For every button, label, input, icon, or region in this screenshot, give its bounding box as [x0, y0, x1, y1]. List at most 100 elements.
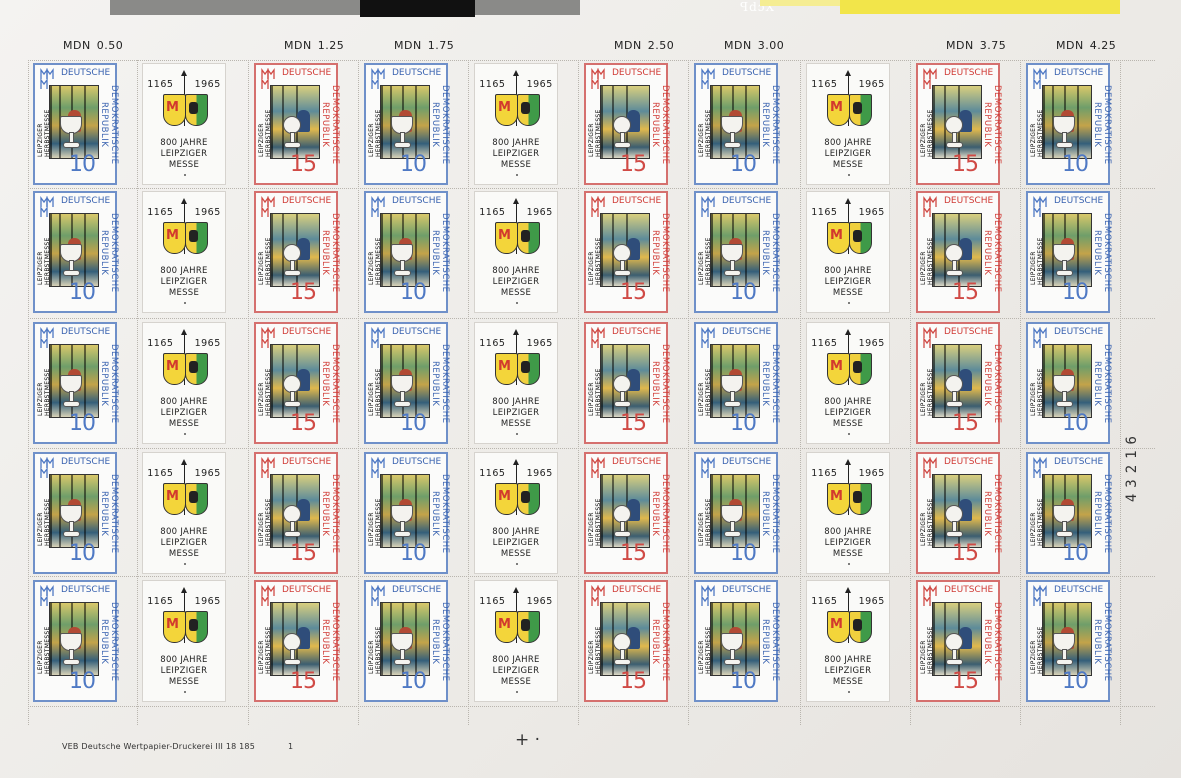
stamp-15: DEUTSCHE LEIPZIGER HERBSTMESSE 1964 DEMO…	[254, 580, 340, 702]
perforation-vertical	[910, 60, 912, 725]
perforation-horizontal	[30, 576, 1155, 578]
stamp-denomination: 10	[730, 411, 757, 436]
stamp-side-text-box: DEMOKRATISCHE REPUBLIK	[760, 69, 780, 181]
stamp-15: DEUTSCHE LEIPZIGER HERBSTMESSE 1964 DEMO…	[584, 63, 670, 185]
label-line3: MESSE	[500, 288, 532, 298]
stamp-artwork	[710, 344, 760, 418]
price-label: MDN 1.75	[394, 39, 455, 52]
stamp-10: DEUTSCHE LEIPZIGER HERBSTMESSE 1964 DEMO…	[33, 191, 119, 313]
coat-of-arms-icon: M	[163, 94, 208, 128]
stamp-denomination: 10	[1062, 152, 1089, 177]
stamp-side-text: DEMOKRATISCHE REPUBLIK	[1092, 474, 1112, 554]
year-end: 1965	[526, 79, 553, 90]
stamp-side-text: DEMOKRATISCHE REPUBLIK	[760, 344, 780, 424]
stamp-10: DEUTSCHE LEIPZIGER HERBSTMESSE 1964 DEMO…	[694, 580, 780, 702]
year-start: 1165	[811, 207, 838, 218]
label-line1: 800 JAHRE	[160, 655, 208, 665]
leipzig-shield-icon	[849, 611, 872, 643]
year-start: 1165	[479, 207, 506, 218]
label-dot	[516, 174, 518, 176]
coat-of-arms-icon: M	[495, 94, 540, 128]
fair-shield-icon: M	[827, 222, 850, 254]
price-value: 3.75	[979, 39, 1007, 52]
label-line1: 800 JAHRE	[492, 655, 540, 665]
stamp-artwork	[932, 344, 982, 418]
stamp-side-text: DEMOKRATISCHE REPUBLIK	[982, 85, 1002, 165]
stamp-side-text: DEMOKRATISCHE REPUBLIK	[650, 213, 670, 293]
label-tab: 1165 1965 M 800 JAHRE LEIPZIGER MESSE	[806, 191, 890, 313]
label-line2: LEIPZIGER	[492, 277, 540, 287]
price-value: 2.50	[647, 39, 675, 52]
stamp-10: DEUTSCHE LEIPZIGER HERBSTMESSE 1964 DEMO…	[1026, 191, 1112, 313]
leipzig-shield-icon	[185, 611, 208, 643]
stamp-side-text-box: DEMOKRATISCHE REPUBLIK	[760, 197, 780, 309]
year-start: 1165	[147, 79, 174, 90]
label-dot	[184, 691, 186, 693]
stamp-artwork	[270, 602, 320, 676]
year-end: 1965	[194, 468, 221, 479]
label-caption: 800 JAHRE LEIPZIGER MESSE	[807, 397, 889, 430]
stamp-artwork	[600, 344, 650, 418]
stamp-denomination: 15	[290, 280, 317, 305]
stamp-denomination: 10	[400, 669, 427, 694]
label-line3: MESSE	[168, 549, 200, 559]
stamp-15: DEUTSCHE LEIPZIGER HERBSTMESSE 1964 DEMO…	[254, 452, 340, 574]
leipzig-shield-icon	[517, 353, 540, 385]
price-label: MDN 0.50	[63, 39, 124, 52]
stamp-15: DEUTSCHE LEIPZIGER HERBSTMESSE 1964 DEMO…	[916, 452, 1002, 574]
stamp-side-text-box: DEMOKRATISCHE REPUBLIK	[760, 458, 780, 570]
stamp-side-text-box: DEMOKRATISCHE REPUBLIK	[1092, 458, 1112, 570]
label-caption: 800 JAHRE LEIPZIGER MESSE	[143, 397, 225, 430]
stamp-side-text: DEMOKRATISCHE REPUBLIK	[320, 474, 340, 554]
label-line1: 800 JAHRE	[492, 397, 540, 407]
printer-imprint: VEB Deutsche Wertpapier-Druckerei III 18…	[62, 742, 256, 751]
label-line1: 800 JAHRE	[824, 266, 872, 276]
stamp-side-text: DEMOKRATISCHE REPUBLIK	[982, 213, 1002, 293]
leipzig-shield-icon	[849, 94, 872, 126]
stamp-artwork	[932, 474, 982, 548]
stamp-left-text-box: LEIPZIGER HERBSTMESSE 1964	[698, 227, 719, 285]
stamp-left-text-box: LEIPZIGER HERBSTMESSE 1964	[920, 358, 941, 416]
stamp-10: DEUTSCHE LEIPZIGER HERBSTMESSE 1964 DEMO…	[1026, 580, 1112, 702]
stamp-left-text-box: LEIPZIGER HERBSTMESSE 1964	[1030, 616, 1051, 674]
label-tab: 1165 1965 M 800 JAHRE LEIPZIGER MESSE	[806, 322, 890, 444]
glass-goblet-icon	[391, 375, 413, 407]
stamp-side-text-box: DEMOKRATISCHE REPUBLIK	[320, 328, 340, 440]
stamp-artwork	[270, 344, 320, 418]
stamp-left-text-box: LEIPZIGER HERBSTMESSE 1964	[698, 99, 719, 157]
glass-goblet-icon	[943, 505, 965, 537]
stamp-side-text: DEMOKRATISCHE REPUBLIK	[430, 344, 450, 424]
perforation-horizontal	[30, 188, 1155, 190]
stamp-left-text-box: LEIPZIGER HERBSTMESSE 1964	[368, 616, 389, 674]
label-line3: MESSE	[832, 419, 864, 429]
stamp-15: DEUTSCHE LEIPZIGER HERBSTMESSE 1964 DEMO…	[916, 63, 1002, 185]
label-tab: 1165 1965 M 800 JAHRE LEIPZIGER MESSE	[474, 452, 558, 574]
glass-goblet-icon	[721, 633, 743, 665]
stamp-side-text-box: DEMOKRATISCHE REPUBLIK	[1092, 197, 1112, 309]
stamp-left-text-box: LEIPZIGER HERBSTMESSE 1964	[920, 227, 941, 285]
stamp-side-text: DEMOKRATISCHE REPUBLIK	[650, 85, 670, 165]
fair-shield-icon: M	[495, 94, 518, 126]
glass-goblet-icon	[60, 633, 82, 665]
glass-goblet-icon	[1053, 375, 1075, 407]
stamp-10: DEUTSCHE LEIPZIGER HERBSTMESSE 1964 DEMO…	[364, 322, 450, 444]
stamp-left-text-box: LEIPZIGER HERBSTMESSE 1964	[368, 488, 389, 546]
stamp-denomination: 15	[952, 541, 979, 566]
stamp-left-text-box: LEIPZIGER HERBSTMESSE 1964	[920, 99, 941, 157]
stamp-denomination: 15	[620, 541, 647, 566]
stamp-denomination: 15	[952, 280, 979, 305]
stamp-artwork	[600, 474, 650, 548]
year-end: 1965	[858, 468, 885, 479]
price-label: MDN 2.50	[614, 39, 675, 52]
stamp-denomination: 10	[730, 152, 757, 177]
serial-number-text: 43216	[1124, 430, 1140, 503]
label-line2: LEIPZIGER	[824, 408, 872, 418]
stamp-artwork	[270, 213, 320, 287]
label-caption: 800 JAHRE LEIPZIGER MESSE	[475, 138, 557, 171]
glass-goblet-icon	[281, 633, 303, 665]
fair-shield-icon: M	[827, 353, 850, 385]
stamp-denomination: 10	[69, 541, 96, 566]
label-tab: 1165 1965 M 800 JAHRE LEIPZIGER MESSE	[142, 322, 226, 444]
stamp-artwork	[380, 344, 430, 418]
year-end: 1965	[526, 207, 553, 218]
